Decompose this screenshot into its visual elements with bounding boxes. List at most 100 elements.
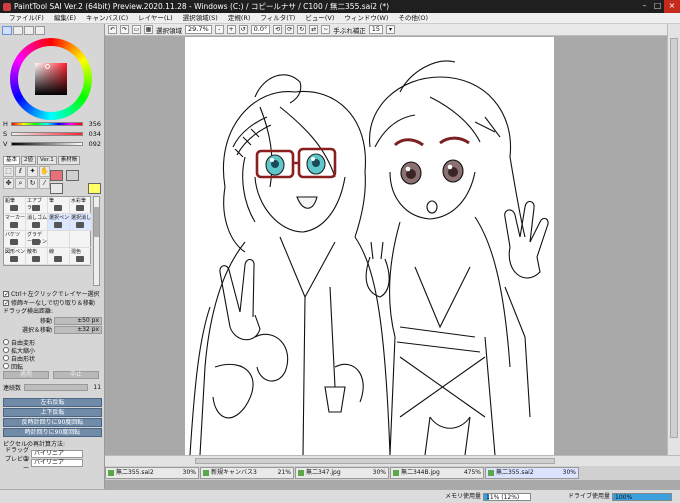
rotate-right-icon[interactable]: ⟳	[285, 25, 295, 34]
brush-blend[interactable]: 混色	[70, 248, 92, 265]
rotate-reset-icon[interactable]: ↻	[297, 25, 307, 34]
tab-ver1[interactable]: Ver.1	[37, 156, 57, 165]
menu-canvas[interactable]: キャンバス(C)	[81, 13, 133, 23]
continuous-slider[interactable]	[24, 383, 89, 391]
redo-icon[interactable]: ↷	[120, 25, 129, 34]
vertical-scrollbar[interactable]	[667, 24, 680, 455]
rotate-left-icon[interactable]: ⟲	[273, 25, 283, 34]
zoom-out-icon[interactable]: -	[214, 25, 224, 34]
brush-brush[interactable]: 筆	[48, 197, 70, 214]
rotate-tool-icon[interactable]: ↻	[27, 178, 38, 189]
rotate-cw-button[interactable]: 時計回りに90度回転	[3, 428, 102, 437]
menu-selection[interactable]: 選択領域(S)	[178, 13, 223, 23]
radio-icon[interactable]	[3, 363, 9, 369]
menu-filter[interactable]: フィルタ(T)	[255, 13, 300, 23]
apply-button[interactable]: 適用	[3, 371, 49, 379]
file-tab-active[interactable]: 無二355.sai2 30%	[485, 467, 579, 479]
drawing-canvas[interactable]	[185, 37, 554, 455]
file-tab[interactable]: 無二355.sai2 30%	[105, 467, 199, 479]
rotate-ccw-button[interactable]: 反時計回りに90度回転	[3, 418, 102, 427]
sv-square[interactable]	[35, 63, 67, 95]
hue-slider[interactable]: H 356	[3, 120, 101, 128]
vertical-scroll-thumb[interactable]	[670, 38, 678, 438]
color-cursor[interactable]	[45, 64, 50, 69]
horizontal-scrollbar[interactable]	[105, 455, 680, 466]
file-tab[interactable]: 新規キャンバス3 21%	[200, 467, 294, 479]
swap-color-swatch[interactable]	[50, 183, 63, 194]
move-tool-icon[interactable]: ✥	[3, 178, 14, 189]
hand-tool-icon[interactable]: ✋	[39, 166, 50, 177]
zoom-reset-icon[interactable]: ↺	[238, 25, 248, 34]
angle-field[interactable]: 0.0°	[250, 25, 271, 34]
color-wheel-tab-icon[interactable]	[2, 26, 12, 35]
brush-scrollbar[interactable]	[93, 196, 100, 286]
minimize-icon[interactable]: –	[638, 0, 651, 13]
value-slider[interactable]: V 092	[3, 140, 101, 148]
tab-basic[interactable]: 基本	[3, 156, 21, 165]
flip-vertical-button[interactable]: 上下反転	[3, 408, 102, 417]
checkbox-icon[interactable]: ✓	[3, 299, 9, 306]
menu-ruler[interactable]: 定規(R)	[223, 13, 256, 23]
hsv-slider-tab-icon[interactable]	[24, 26, 34, 35]
menu-view[interactable]: ビュー(V)	[300, 13, 339, 23]
transparent-color-swatch[interactable]	[66, 170, 79, 181]
brush-watercolor[interactable]: 水彩筆	[70, 197, 92, 214]
value-value[interactable]: 092	[85, 140, 101, 148]
menu-window[interactable]: ウィンドウ(W)	[339, 13, 393, 23]
continuous-value[interactable]: 11	[91, 384, 101, 391]
lasso-tool-icon[interactable]: ℓ	[15, 166, 26, 177]
file-tab[interactable]: 無二344B.jpg 475%	[390, 467, 484, 479]
color-wheel[interactable]	[10, 38, 92, 120]
brush-airbrush[interactable]: エアブラシ	[26, 197, 48, 214]
horizontal-scroll-thumb[interactable]	[195, 458, 555, 464]
zoom-tool-icon[interactable]: ⌕	[15, 178, 26, 189]
radio-rotate[interactable]: 回転	[3, 362, 102, 371]
rgb-slider-tab-icon[interactable]	[13, 26, 23, 35]
eyedropper-icon[interactable]: ⁄	[39, 178, 50, 189]
selection-toggle-icon[interactable]: ▦	[144, 25, 153, 34]
menu-layer[interactable]: レイヤー(L)	[133, 13, 178, 23]
brush-scatter[interactable]: 散布	[26, 248, 48, 265]
close-icon[interactable]: ×	[664, 0, 680, 13]
brush-pencil[interactable]: 鉛筆	[4, 197, 26, 214]
saturation-slider[interactable]: S 034	[3, 130, 101, 138]
brush-slot-empty[interactable]	[70, 231, 92, 248]
brush-gradation[interactable]: グラデーション	[26, 231, 48, 248]
radio-icon[interactable]	[3, 339, 9, 345]
swatch-tab-icon[interactable]	[35, 26, 45, 35]
hue-value[interactable]: 356	[85, 120, 101, 128]
stabilizer-dropdown-icon[interactable]: ▾	[386, 25, 396, 34]
brush-slot-empty[interactable]	[48, 231, 70, 248]
main-color-swatch[interactable]	[50, 170, 63, 181]
brush-eraser[interactable]: 消しゴム	[26, 214, 48, 231]
zoom-field[interactable]: 29.7%	[185, 25, 212, 34]
brush-scroll-thumb[interactable]	[94, 207, 99, 237]
magic-wand-icon[interactable]: ✦	[27, 166, 38, 177]
zoom-in-icon[interactable]: +	[226, 25, 236, 34]
tab-material[interactable]: 素材帳	[57, 156, 81, 165]
canvas-area[interactable]	[105, 37, 667, 455]
tab-binary[interactable]: 2値	[21, 156, 37, 165]
brush-marker[interactable]: マーカー	[4, 214, 26, 231]
undo-icon[interactable]: ↶	[108, 25, 117, 34]
drag-method-select[interactable]: バイリニア	[31, 449, 83, 458]
preview-method-select[interactable]: バイリニア	[31, 458, 83, 467]
radio-icon[interactable]	[3, 347, 9, 353]
file-tab[interactable]: 無二347.jpg 30%	[295, 467, 389, 479]
stabilizer-field[interactable]: 15	[368, 25, 384, 34]
brush-bucket[interactable]: バケツ	[4, 231, 26, 248]
hue-bar[interactable]	[11, 122, 83, 126]
move-threshold-field[interactable]: ±50 px	[54, 316, 102, 325]
menu-other[interactable]: その他(O)	[393, 13, 433, 23]
sub-color-swatch[interactable]	[88, 183, 101, 194]
maximize-icon[interactable]: □	[651, 0, 664, 13]
flip-icon[interactable]: ⇄	[309, 25, 319, 34]
brush-line[interactable]: 線	[48, 248, 70, 265]
menu-edit[interactable]: 編集(E)	[49, 13, 81, 23]
radio-icon[interactable]	[3, 355, 9, 361]
checkbox-icon[interactable]: ✓	[3, 290, 9, 297]
brush-select-pen[interactable]: 選択ペン	[48, 214, 70, 231]
ctrl-click-layer-option[interactable]: ✓ Ctrl＋左クリックでレイヤー選択	[3, 289, 102, 298]
cancel-button[interactable]: 中止	[53, 371, 99, 379]
deselect-icon[interactable]: ▭	[132, 25, 141, 34]
